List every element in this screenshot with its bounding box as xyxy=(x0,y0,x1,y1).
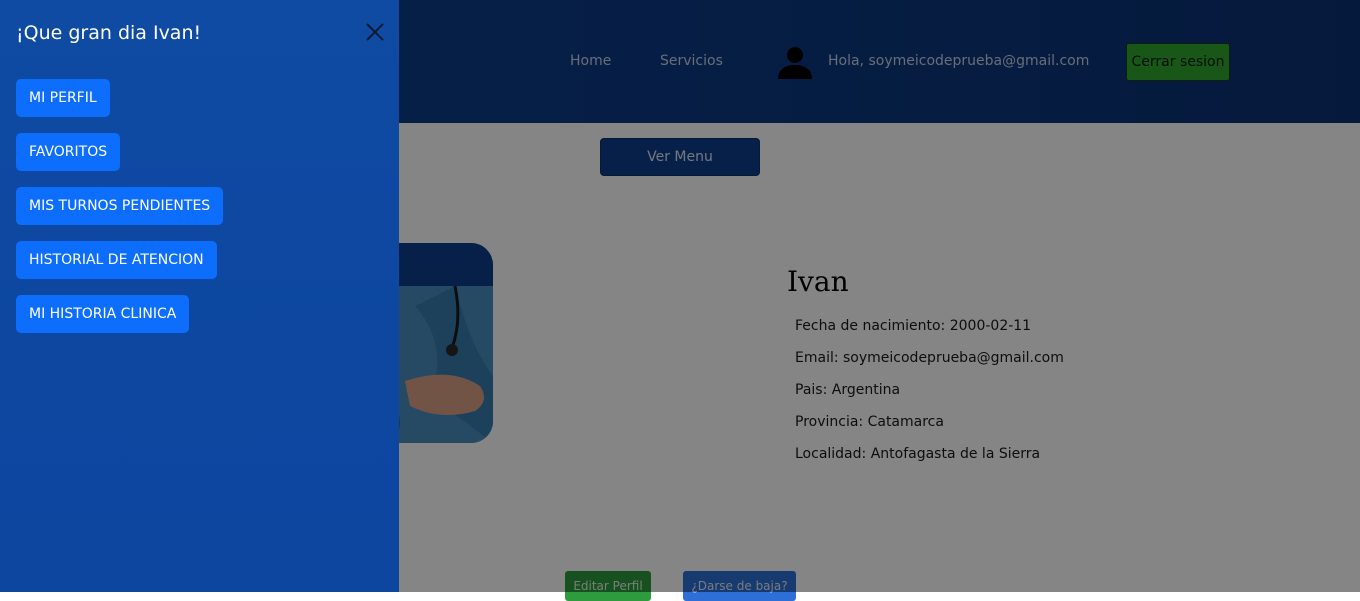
drawer-item-turnos-pendientes[interactable]: MIS TURNOS PENDIENTES xyxy=(16,187,224,225)
close-icon[interactable] xyxy=(364,21,386,43)
drawer-item-historia-clinica[interactable]: MI HISTORIA CLINICA xyxy=(16,295,190,333)
drawer-item-mi-perfil[interactable]: MI PERFIL xyxy=(16,79,110,117)
drawer-item-historial-atencion[interactable]: HISTORIAL DE ATENCION xyxy=(16,241,217,279)
offcanvas-drawer: ¡Que gran dia Ivan! MI PERFIL FAVORITOS … xyxy=(0,0,399,592)
drawer-item-favoritos[interactable]: FAVORITOS xyxy=(16,133,121,171)
drawer-title: ¡Que gran dia Ivan! xyxy=(16,22,202,44)
